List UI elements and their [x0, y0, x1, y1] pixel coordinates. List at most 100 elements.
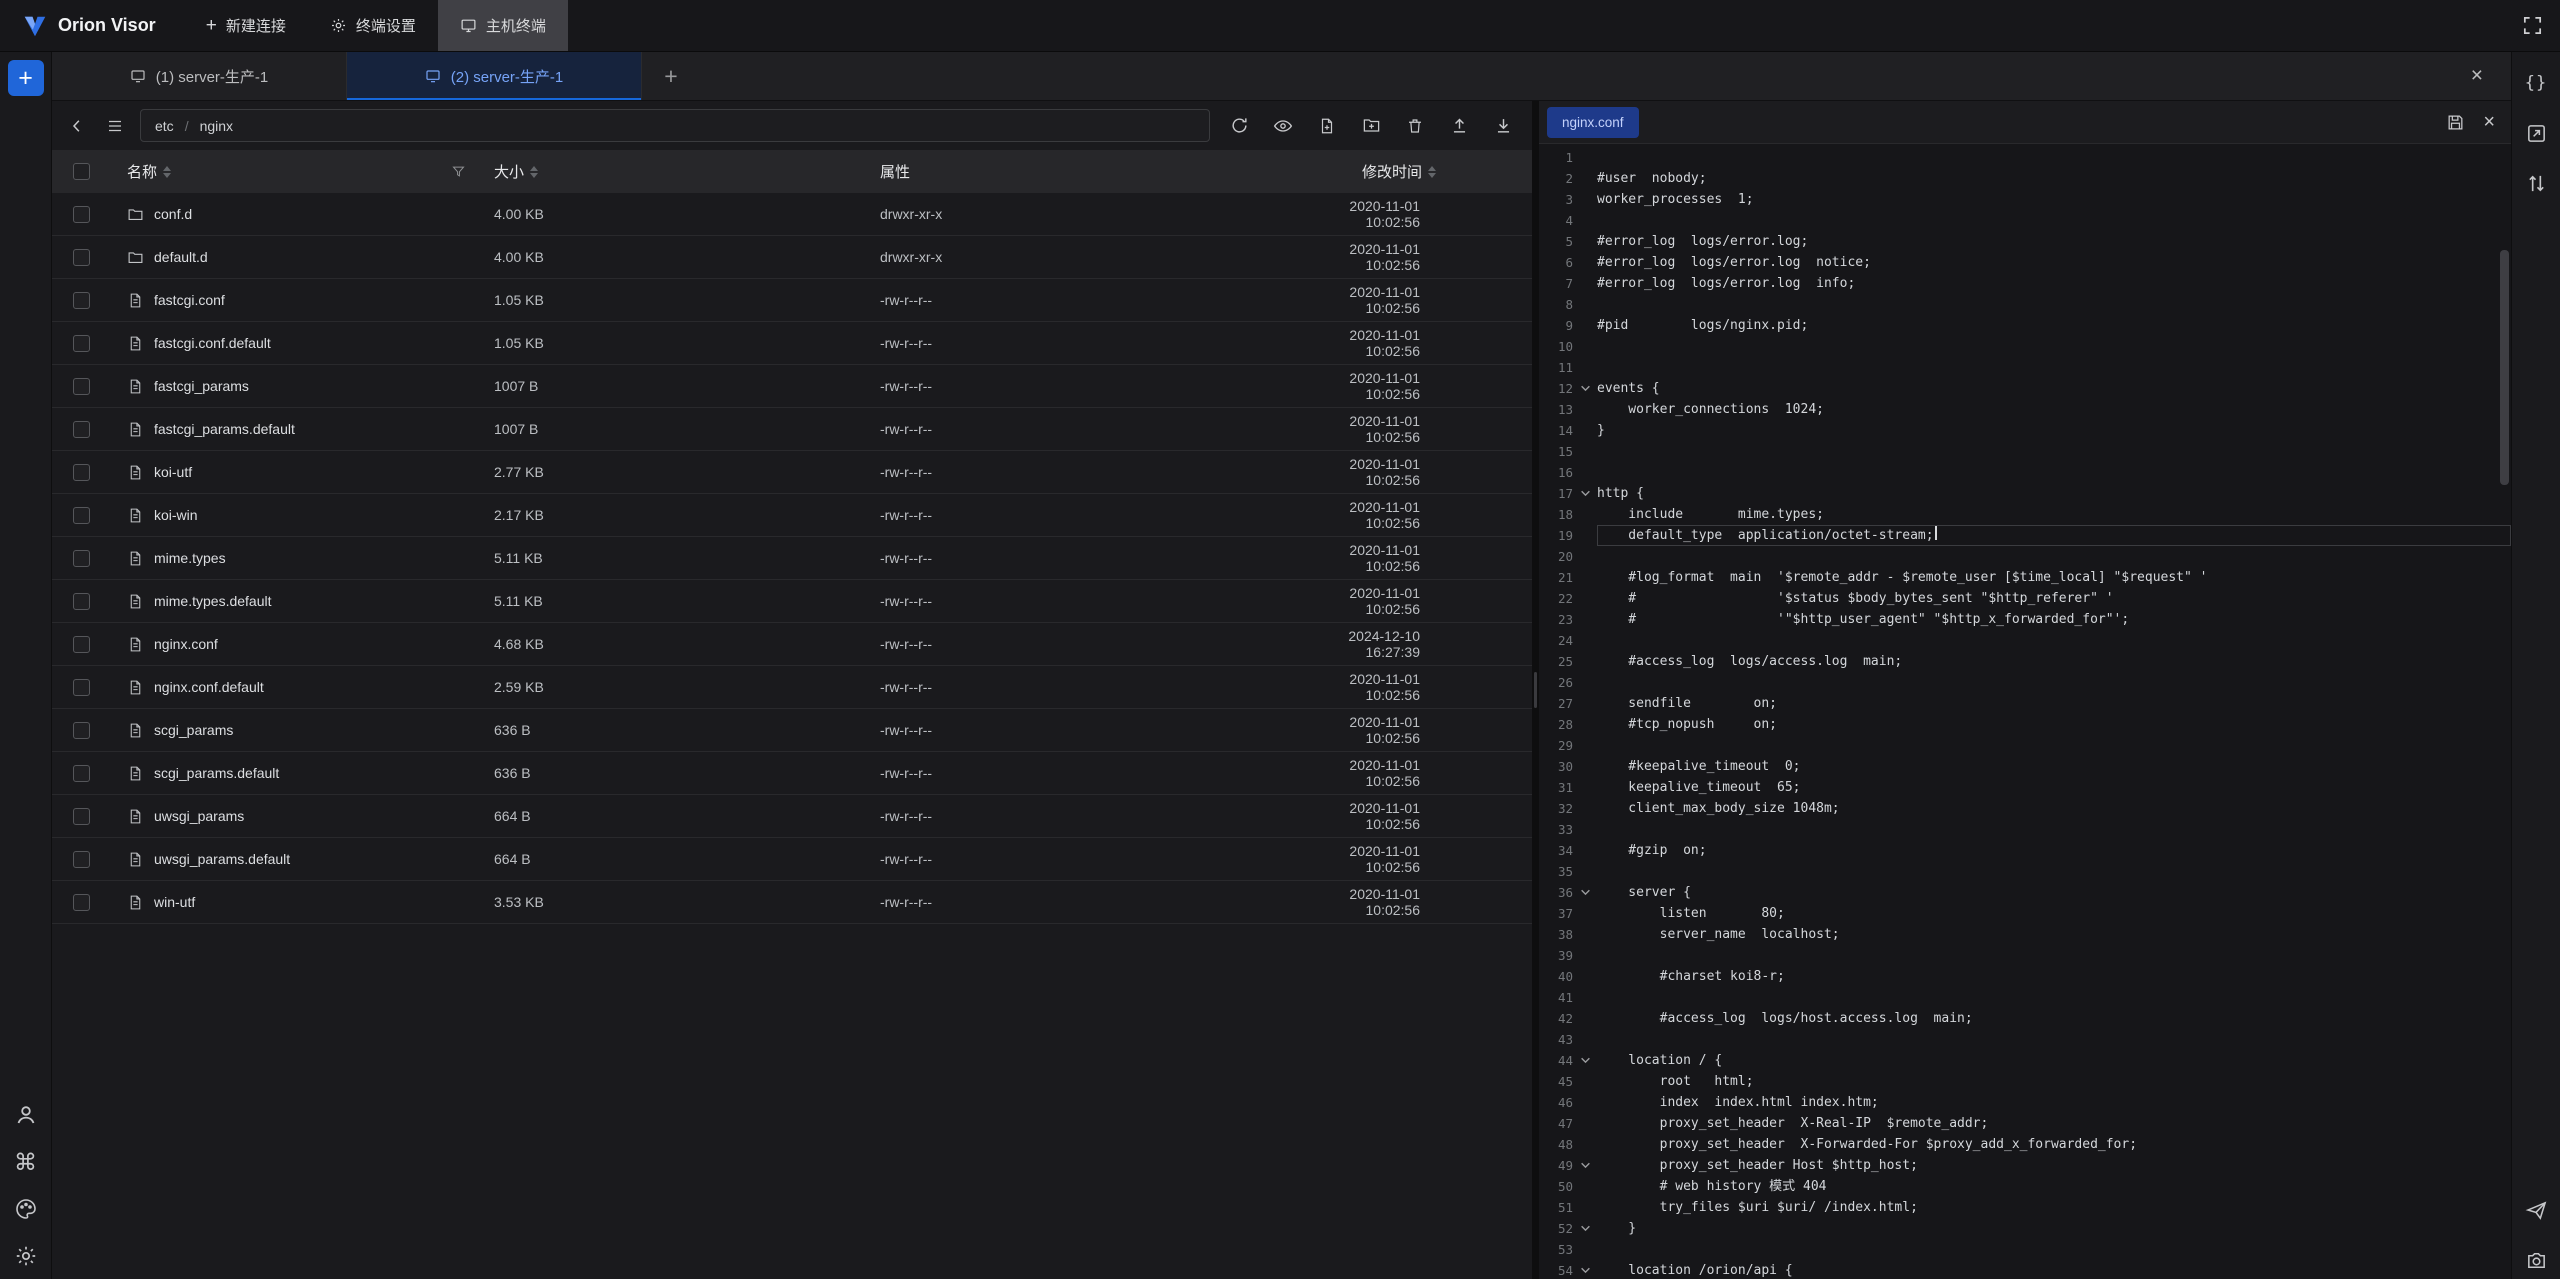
code-line[interactable]: 45 root html;: [1539, 1071, 2511, 1092]
table-row[interactable]: mime.types.default 5.11 KB -rw-r--r-- 20…: [52, 580, 1532, 623]
code-line[interactable]: 22 # '$status $body_bytes_sent "$http_re…: [1539, 588, 2511, 609]
back-icon[interactable]: [64, 113, 90, 139]
table-row[interactable]: fastcgi.conf.default 1.05 KB -rw-r--r-- …: [52, 322, 1532, 365]
table-row[interactable]: koi-win 2.17 KB -rw-r--r-- 2020-11-01 10…: [52, 494, 1532, 537]
code-line[interactable]: 39: [1539, 945, 2511, 966]
sort-modified-icon[interactable]: [1428, 166, 1436, 178]
close-editor-icon[interactable]: ×: [2483, 112, 2495, 132]
row-checkbox[interactable]: [73, 421, 90, 438]
fold-chevron-icon[interactable]: [1573, 1218, 1597, 1239]
table-row[interactable]: nginx.conf 4.68 KB -rw-r--r-- 2024-12-10…: [52, 623, 1532, 666]
table-row[interactable]: fastcgi_params.default 1007 B -rw-r--r--…: [52, 408, 1532, 451]
path-breadcrumb[interactable]: etc / nginx: [140, 109, 1210, 142]
command-icon[interactable]: ⌘: [11, 1147, 41, 1177]
code-line[interactable]: 8: [1539, 294, 2511, 315]
code-area[interactable]: 12#user nobody;3worker_processes 1;45#er…: [1539, 144, 2511, 1279]
table-row[interactable]: nginx.conf.default 2.59 KB -rw-r--r-- 20…: [52, 666, 1532, 709]
fold-chevron-icon[interactable]: [1573, 378, 1597, 399]
code-line[interactable]: 47 proxy_set_header X-Real-IP $remote_ad…: [1539, 1113, 2511, 1134]
list-icon[interactable]: [102, 113, 128, 139]
code-line[interactable]: 30 #keepalive_timeout 0;: [1539, 756, 2511, 777]
sort-name-icon[interactable]: [163, 166, 171, 178]
code-line[interactable]: 49 proxy_set_header Host $http_host;: [1539, 1155, 2511, 1176]
code-line[interactable]: 28 #tcp_nopush on;: [1539, 714, 2511, 735]
fold-chevron-icon[interactable]: [1573, 882, 1597, 903]
table-row[interactable]: fastcgi_params 1007 B -rw-r--r-- 2020-11…: [52, 365, 1532, 408]
code-line[interactable]: 3worker_processes 1;: [1539, 189, 2511, 210]
upload-icon[interactable]: [1446, 113, 1472, 139]
row-checkbox[interactable]: [73, 679, 90, 696]
code-line[interactable]: 2#user nobody;: [1539, 168, 2511, 189]
theme-icon[interactable]: [11, 1194, 41, 1224]
row-checkbox[interactable]: [73, 507, 90, 524]
code-line[interactable]: 40 #charset koi8-r;: [1539, 966, 2511, 987]
code-line[interactable]: 42 #access_log logs/host.access.log main…: [1539, 1008, 2511, 1029]
table-row[interactable]: uwsgi_params 664 B -rw-r--r-- 2020-11-01…: [52, 795, 1532, 838]
code-line[interactable]: 16: [1539, 462, 2511, 483]
menu-terminal-settings[interactable]: 终端设置: [308, 0, 438, 51]
menu-host-terminal[interactable]: 主机终端: [438, 0, 568, 51]
preview-eye-icon[interactable]: [1270, 113, 1296, 139]
table-row[interactable]: scgi_params 636 B -rw-r--r-- 2020-11-01 …: [52, 709, 1532, 752]
code-line[interactable]: 11: [1539, 357, 2511, 378]
row-checkbox[interactable]: [73, 464, 90, 481]
table-row[interactable]: uwsgi_params.default 664 B -rw-r--r-- 20…: [52, 838, 1532, 881]
breadcrumb-segment[interactable]: etc: [155, 118, 174, 134]
table-row[interactable]: mime.types 5.11 KB -rw-r--r-- 2020-11-01…: [52, 537, 1532, 580]
row-checkbox[interactable]: [73, 335, 90, 352]
code-line[interactable]: 44 location / {: [1539, 1050, 2511, 1071]
code-line[interactable]: 15: [1539, 441, 2511, 462]
row-checkbox[interactable]: [73, 292, 90, 309]
table-row[interactable]: koi-utf 2.77 KB -rw-r--r-- 2020-11-01 10…: [52, 451, 1532, 494]
braces-icon[interactable]: {}: [2521, 68, 2551, 98]
select-all-checkbox[interactable]: [73, 163, 90, 180]
code-line[interactable]: 43: [1539, 1029, 2511, 1050]
row-checkbox[interactable]: [73, 636, 90, 653]
code-line[interactable]: 31 keepalive_timeout 65;: [1539, 777, 2511, 798]
user-icon[interactable]: [11, 1100, 41, 1130]
code-line[interactable]: 37 listen 80;: [1539, 903, 2511, 924]
code-line[interactable]: 4: [1539, 210, 2511, 231]
save-icon[interactable]: [2446, 113, 2465, 132]
row-checkbox[interactable]: [73, 593, 90, 610]
code-line[interactable]: 13 worker_connections 1024;: [1539, 399, 2511, 420]
code-line[interactable]: 18 include mime.types;: [1539, 504, 2511, 525]
code-line[interactable]: 19 default_type application/octet-stream…: [1539, 525, 2511, 546]
code-line[interactable]: 12events {: [1539, 378, 2511, 399]
code-line[interactable]: 14}: [1539, 420, 2511, 441]
code-line[interactable]: 46 index index.html index.htm;: [1539, 1092, 2511, 1113]
row-checkbox[interactable]: [73, 722, 90, 739]
row-checkbox[interactable]: [73, 894, 90, 911]
code-line[interactable]: 10: [1539, 336, 2511, 357]
new-file-icon[interactable]: [1314, 113, 1340, 139]
code-line[interactable]: 17http {: [1539, 483, 2511, 504]
terminal-tab-2[interactable]: (2) server-生产-1: [347, 52, 642, 100]
add-tab-button[interactable]: +: [642, 52, 700, 100]
panel-resize-handle[interactable]: [1532, 101, 1539, 1279]
editor-file-tab[interactable]: nginx.conf: [1547, 107, 1639, 138]
code-line[interactable]: 9#pid logs/nginx.pid;: [1539, 315, 2511, 336]
fullscreen-icon[interactable]: [2521, 14, 2544, 37]
code-line[interactable]: 24: [1539, 630, 2511, 651]
delete-trash-icon[interactable]: [1402, 113, 1428, 139]
table-row[interactable]: fastcgi.conf 1.05 KB -rw-r--r-- 2020-11-…: [52, 279, 1532, 322]
new-terminal-button[interactable]: +: [8, 60, 44, 96]
row-checkbox[interactable]: [73, 378, 90, 395]
code-line[interactable]: 21 #log_format main '$remote_addr - $rem…: [1539, 567, 2511, 588]
fold-chevron-icon[interactable]: [1573, 1260, 1597, 1279]
breadcrumb-segment[interactable]: nginx: [200, 118, 233, 134]
settings-gear-icon[interactable]: [11, 1241, 41, 1271]
table-row[interactable]: scgi_params.default 636 B -rw-r--r-- 202…: [52, 752, 1532, 795]
sort-size-icon[interactable]: [530, 166, 538, 178]
refresh-icon[interactable]: [1226, 113, 1252, 139]
code-line[interactable]: 20: [1539, 546, 2511, 567]
fold-chevron-icon[interactable]: [1573, 483, 1597, 504]
send-icon[interactable]: [2521, 1195, 2551, 1225]
table-row[interactable]: win-utf 3.53 KB -rw-r--r-- 2020-11-01 10…: [52, 881, 1532, 924]
code-line[interactable]: 33: [1539, 819, 2511, 840]
editor-scrollbar[interactable]: [2500, 250, 2509, 485]
table-row[interactable]: default.d 4.00 KB drwxr-xr-x 2020-11-01 …: [52, 236, 1532, 279]
code-line[interactable]: 23 # '"$http_user_agent" "$http_x_forwar…: [1539, 609, 2511, 630]
code-line[interactable]: 35: [1539, 861, 2511, 882]
row-checkbox[interactable]: [73, 206, 90, 223]
